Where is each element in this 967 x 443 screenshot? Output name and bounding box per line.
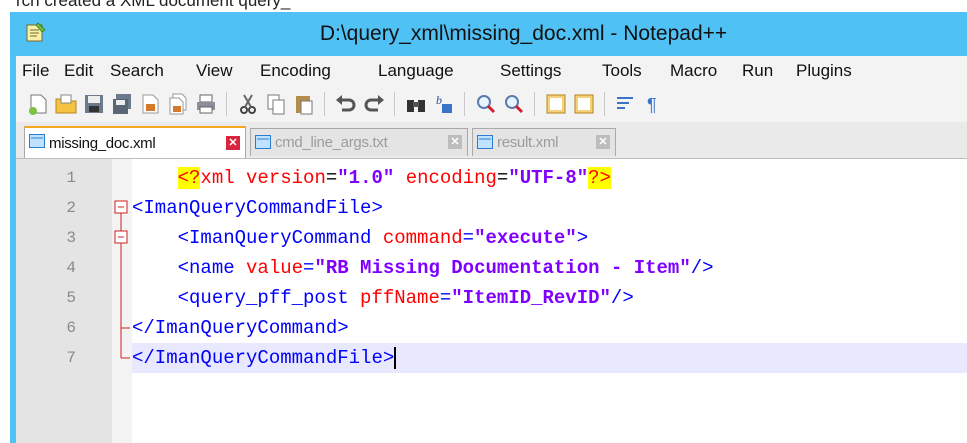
paste-icon[interactable]: [292, 92, 316, 116]
menu-plugins[interactable]: Plugins: [796, 61, 852, 81]
toolbar-separator: [604, 92, 605, 116]
window-title: D:\query_xml\missing_doc.xml - Notepad++: [319, 22, 728, 45]
zoom-out-icon[interactable]: [502, 92, 526, 116]
copy-icon[interactable]: [264, 92, 288, 116]
code-line-7: </ImanQueryCommandFile>: [132, 343, 967, 373]
code-line-3: <ImanQueryCommand command="execute">: [177, 227, 589, 249]
toolbar-separator: [534, 92, 535, 116]
code-line-2: <ImanQueryCommandFile>: [132, 197, 383, 219]
toolbar-separator: [464, 92, 465, 116]
code-text-area[interactable]: <?xml version="1.0" encoding="UTF-8"?> <…: [132, 159, 967, 443]
save-all-icon[interactable]: [110, 92, 134, 116]
document-icon: [255, 135, 271, 149]
word-wrap-icon[interactable]: [614, 92, 638, 116]
cut-icon[interactable]: [236, 92, 260, 116]
tab-result-xml[interactable]: result.xml ✕: [472, 128, 616, 156]
menu-search[interactable]: Search: [110, 61, 164, 81]
toolbar-separator: [324, 92, 325, 116]
line-number-gutter: 1 2 3 4 5 6 7: [16, 159, 112, 443]
code-line-4: <name value="RB Missing Documentation - …: [177, 257, 714, 279]
fold-collapse-icon[interactable]: [114, 200, 128, 214]
notepadpp-window: D:\query_xml\missing_doc.xml - Notepad++…: [10, 12, 967, 443]
menu-encoding[interactable]: Encoding: [260, 61, 331, 81]
save-icon[interactable]: [82, 92, 106, 116]
fold-margin[interactable]: [112, 159, 132, 443]
tab-label: missing_doc.xml: [49, 135, 156, 152]
tab-label: result.xml: [497, 134, 559, 151]
menu-run[interactable]: Run: [742, 61, 773, 81]
document-icon: [29, 134, 45, 148]
text-caret: [394, 346, 397, 369]
background-text-label: rch created a XML document query_: [16, 0, 291, 10]
find-icon[interactable]: [404, 92, 428, 116]
line-number: 6: [66, 319, 76, 337]
code-line-5: <query_pff_post pffName="ItemID_RevID"/>: [177, 287, 634, 309]
toolbar-separator: [226, 92, 227, 116]
menu-settings[interactable]: Settings: [500, 61, 561, 81]
close-tab-icon[interactable]: ✕: [226, 136, 240, 150]
document-icon: [477, 135, 493, 149]
close-tab-icon[interactable]: ✕: [448, 135, 462, 149]
fold-collapse-icon[interactable]: [114, 230, 128, 244]
menu-tools[interactable]: Tools: [602, 61, 642, 81]
background-text: rch created a XML document query_: [0, 0, 967, 12]
menu-view[interactable]: View: [196, 61, 233, 81]
menu-bar: File Edit Search View Encoding Language …: [16, 56, 967, 86]
open-file-icon[interactable]: [54, 92, 78, 116]
menu-file[interactable]: File: [22, 61, 49, 81]
tab-missing-doc-xml[interactable]: missing_doc.xml ✕: [24, 126, 246, 158]
line-number: 2: [66, 199, 76, 217]
code-line-1: <?xml version="1.0" encoding="UTF-8"?>: [177, 167, 611, 189]
redo-icon[interactable]: [362, 92, 386, 116]
show-all-chars-icon[interactable]: ¶: [642, 92, 666, 116]
line-number: 3: [66, 229, 76, 247]
zoom-in-icon[interactable]: [474, 92, 498, 116]
print-icon[interactable]: [194, 92, 218, 116]
svg-text:¶: ¶: [647, 95, 657, 115]
new-file-icon[interactable]: [26, 92, 50, 116]
close-icon[interactable]: [138, 92, 162, 116]
line-number: 1: [66, 169, 76, 187]
line-number: 4: [66, 259, 76, 277]
line-number: 7: [66, 349, 76, 367]
sync-horizontal-icon[interactable]: [572, 92, 596, 116]
editor-area[interactable]: 1 2 3 4 5 6 7 <?xml version="1.0" encodi: [16, 159, 967, 443]
code-line-6: </ImanQueryCommand>: [132, 317, 349, 339]
replace-icon[interactable]: b: [432, 92, 456, 116]
undo-icon[interactable]: [334, 92, 358, 116]
toolbar: b ¶: [16, 86, 967, 122]
svg-text:b: b: [436, 93, 442, 107]
toolbar-separator: [394, 92, 395, 116]
close-all-icon[interactable]: [166, 92, 190, 116]
title-bar[interactable]: D:\query_xml\missing_doc.xml - Notepad++: [10, 12, 967, 56]
tab-cmd-line-args-txt[interactable]: cmd_line_args.txt ✕: [250, 128, 468, 156]
close-tab-icon[interactable]: ✕: [596, 135, 610, 149]
sync-vertical-icon[interactable]: [544, 92, 568, 116]
menu-macro[interactable]: Macro: [670, 61, 717, 81]
tab-bar: missing_doc.xml ✕ cmd_line_args.txt ✕ re…: [16, 122, 967, 159]
menu-language[interactable]: Language: [378, 61, 454, 81]
line-number: 5: [66, 289, 76, 307]
menu-edit[interactable]: Edit: [64, 61, 93, 81]
tab-label: cmd_line_args.txt: [275, 134, 388, 151]
